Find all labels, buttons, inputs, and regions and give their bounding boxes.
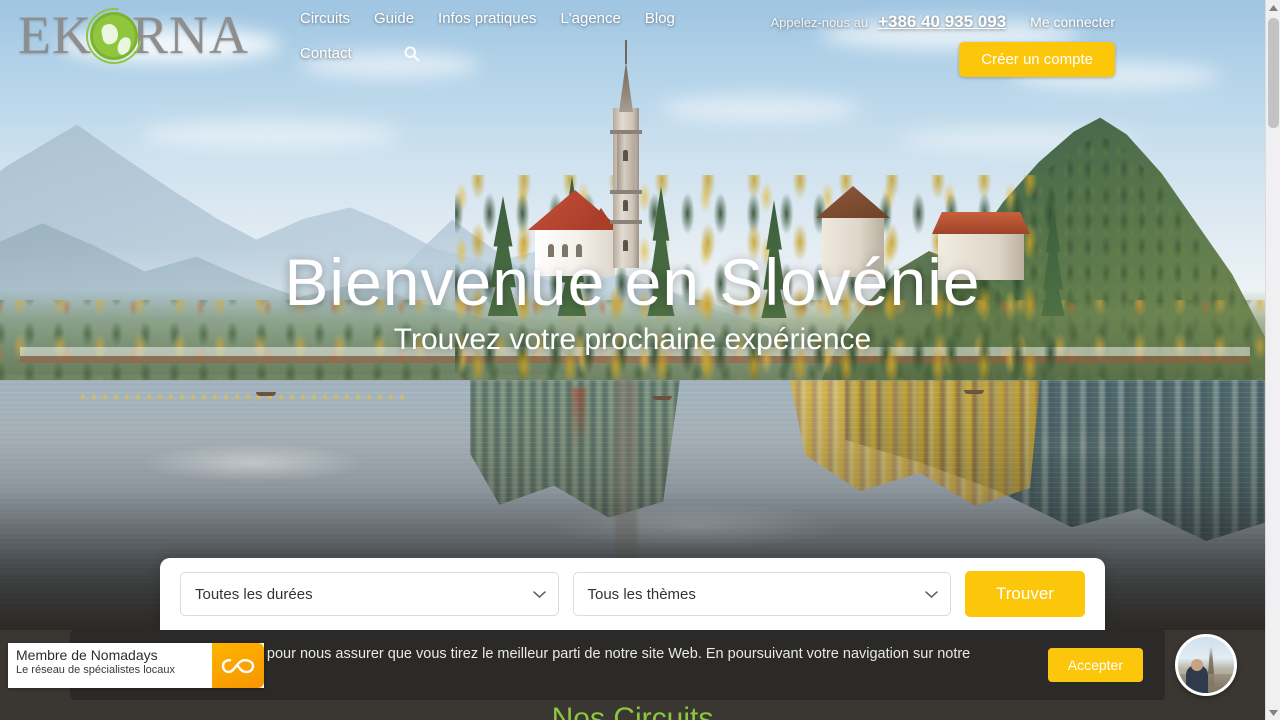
search-submit-button[interactable]: Trouver [965, 571, 1085, 617]
scroll-up-button[interactable] [1266, 0, 1280, 15]
nav-row-secondary: Contact [300, 43, 720, 63]
avatar-head [1191, 659, 1203, 671]
nomadays-badge[interactable]: Membre de Nomadays Le réseau de spéciali… [8, 643, 264, 688]
page-content: Nos Circuits EKORNA Circuits Guide Infos… [0, 0, 1265, 720]
nomadays-subtitle: Le réseau de spécialistes locaux [16, 664, 175, 676]
login-link[interactable]: Me connecter [1030, 14, 1115, 30]
cookie-accept-button[interactable]: Accepter [1047, 648, 1143, 682]
nav-item-blog[interactable]: Blog [645, 10, 675, 27]
main-navigation: Circuits Guide Infos pratiques L'agence … [300, 10, 720, 63]
duration-select[interactable]: Toutes les durées [180, 572, 559, 616]
nav-item-circuits[interactable]: Circuits [300, 10, 350, 27]
chevron-down-icon [532, 586, 546, 603]
search-icon[interactable] [402, 43, 422, 63]
contact-row: Appelez-nous au +386 40 935 093 Me conne… [770, 12, 1115, 32]
nav-item-contact[interactable]: Contact [300, 45, 352, 62]
scrollbar-thumb[interactable] [1268, 18, 1279, 128]
vertical-scrollbar[interactable] [1265, 0, 1280, 720]
nav-item-lagence[interactable]: L'agence [560, 10, 620, 27]
create-account-button[interactable]: Créer un compte [959, 42, 1115, 77]
next-section-title: Nos Circuits [551, 702, 714, 720]
theme-select[interactable]: Tous les thèmes [572, 572, 951, 616]
chevron-down-icon [925, 586, 938, 603]
call-us-label: Appelez-nous au [770, 15, 869, 30]
nav-row-primary: Circuits Guide Infos pratiques L'agence … [300, 10, 720, 27]
phone-number[interactable]: +386 40 935 093 [878, 12, 1006, 32]
duration-select-value: Toutes les durées [195, 585, 313, 603]
site-header: EKORNA Circuits Guide Infos pratiques L'… [0, 0, 1265, 90]
browser-viewport: Nos Circuits EKORNA Circuits Guide Infos… [0, 0, 1280, 720]
nav-item-infos-pratiques[interactable]: Infos pratiques [438, 10, 536, 27]
scroll-down-button[interactable] [1266, 705, 1280, 720]
nomadays-title: Membre de Nomadays [16, 647, 158, 663]
hero-subtitle: Trouvez votre prochaine expérience [393, 323, 872, 357]
nomadays-text: Membre de Nomadays Le réseau de spéciali… [8, 643, 212, 688]
page-title: Bienvenue en Slovénie [284, 245, 981, 319]
nav-item-guide[interactable]: Guide [374, 10, 414, 27]
theme-select-value: Tous les thèmes [587, 585, 696, 603]
trip-search-panel: Toutes les durées Tous les thèmes Trouve… [160, 558, 1105, 630]
infinity-icon [212, 643, 264, 688]
avatar[interactable] [1175, 634, 1237, 696]
hero-text-block: Bienvenue en Slovénie Trouvez votre proc… [0, 245, 1265, 357]
header-actions: Appelez-nous au +386 40 935 093 Me conne… [770, 12, 1115, 77]
